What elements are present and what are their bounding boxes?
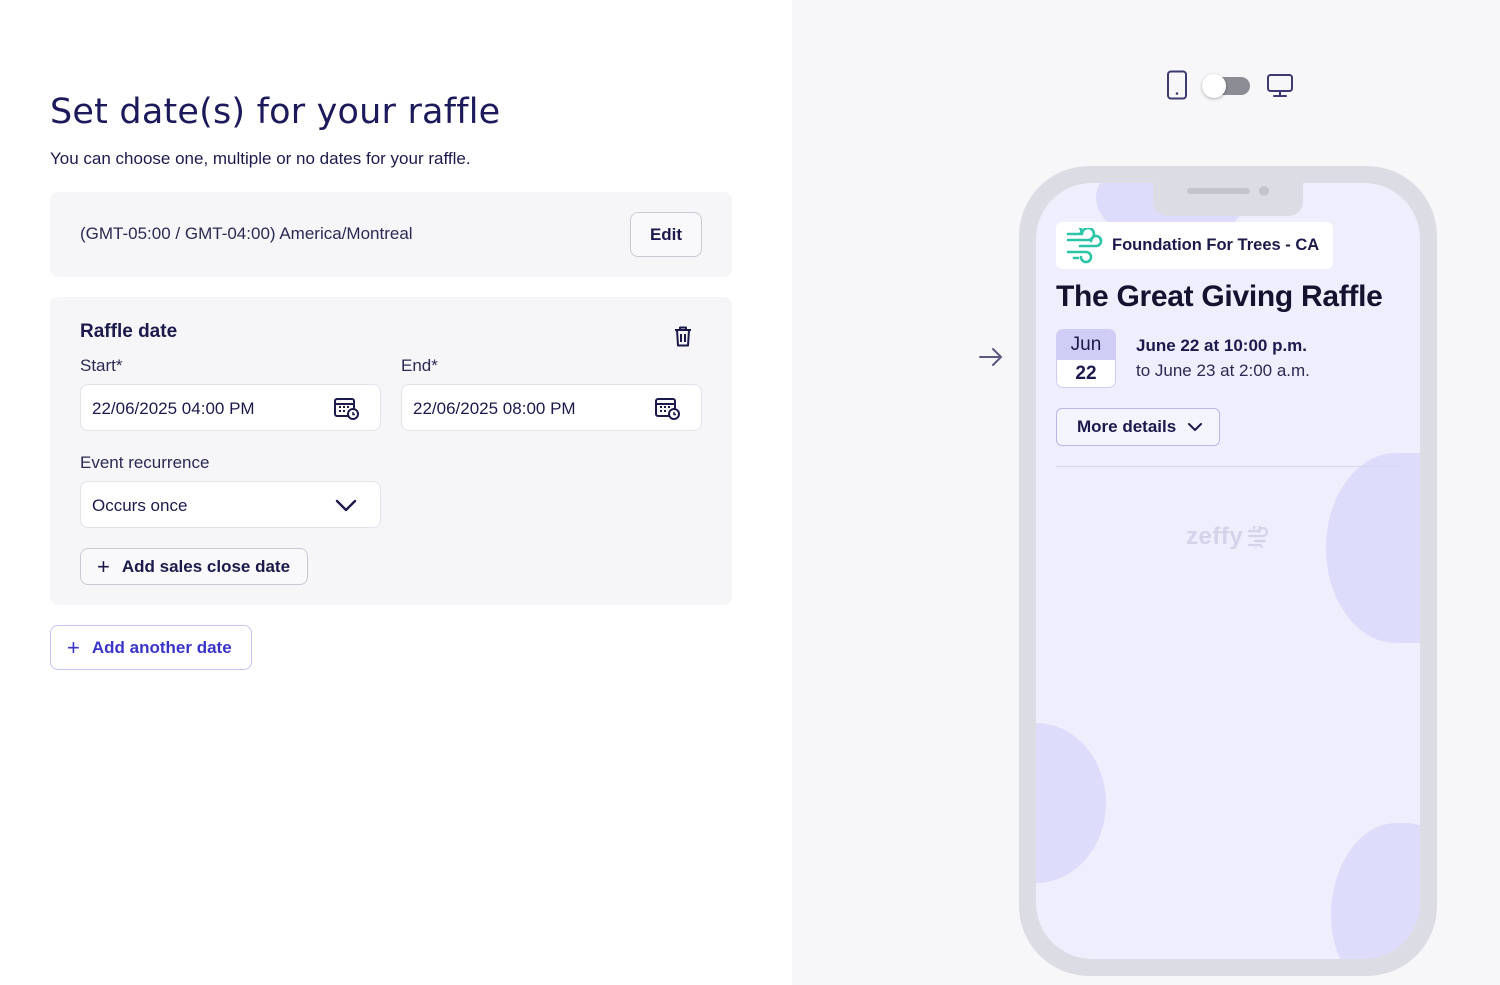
- event-start-text: June 22 at 10:00 p.m.: [1136, 336, 1308, 355]
- chevron-down-icon: [1188, 423, 1203, 431]
- more-details-button[interactable]: More details: [1056, 408, 1220, 446]
- chevron-down-icon: [335, 499, 357, 512]
- brand-watermark: zeffy: [1186, 523, 1269, 551]
- preview-divider: [1056, 466, 1400, 467]
- add-another-date-button[interactable]: + Add another date: [50, 625, 252, 670]
- start-date-value: 22/06/2025 04:00 PM: [92, 399, 255, 418]
- organization-card: Foundation For Trees - CA: [1056, 222, 1333, 269]
- decor-blob: [1326, 453, 1420, 643]
- edit-timezone-button[interactable]: Edit: [630, 212, 702, 257]
- toggle-knob: [1202, 74, 1226, 98]
- desktop-icon[interactable]: [1266, 73, 1294, 99]
- plus-icon: +: [67, 634, 80, 660]
- more-details-label: More details: [1077, 417, 1177, 436]
- calendar-icon[interactable]: [655, 397, 681, 421]
- event-end-text: to June 23 at 2:00 a.m.: [1136, 361, 1310, 380]
- date-badge: Jun 22: [1056, 329, 1116, 388]
- decor-blob: [1036, 723, 1106, 883]
- event-title: The Great Giving Raffle: [1056, 280, 1383, 313]
- device-toggle[interactable]: [1202, 74, 1250, 98]
- end-date-field[interactable]: 22/06/2025 08:00 PM: [401, 384, 702, 431]
- start-label: Start*: [80, 356, 123, 375]
- start-date-field[interactable]: 22/06/2025 04:00 PM: [80, 384, 381, 431]
- timezone-text: (GMT-05:00 / GMT-04:00) America/Montreal: [80, 224, 413, 243]
- page-title: Set date(s) for your raffle: [50, 92, 501, 132]
- brand-logo-icon: [1248, 526, 1269, 548]
- phone-notch: [1153, 183, 1303, 216]
- recurrence-label: Event recurrence: [80, 453, 210, 472]
- organization-logo-icon: [1066, 227, 1103, 263]
- page-subtitle: You can choose one, multiple or no dates…: [50, 149, 471, 168]
- brand-watermark-text: zeffy: [1186, 523, 1244, 550]
- calendar-icon[interactable]: [334, 397, 360, 421]
- raffle-date-title: Raffle date: [80, 321, 178, 342]
- timezone-card: (GMT-05:00 / GMT-04:00) America/Montreal…: [50, 192, 732, 277]
- speaker-bar: [1187, 188, 1250, 194]
- end-date-value: 22/06/2025 08:00 PM: [413, 399, 576, 418]
- add-sales-close-date-label: Add sales close date: [121, 556, 291, 576]
- end-label: End*: [401, 356, 438, 375]
- date-badge-month: Jun: [1057, 330, 1115, 360]
- decor-blob: [1331, 823, 1420, 959]
- recurrence-select[interactable]: Occurs once: [80, 481, 381, 528]
- preview-panel: Foundation For Trees - CA The Great Givi…: [792, 0, 1500, 985]
- raffle-date-card: Raffle date Start* 22/06/2025 04:00 PM E…: [50, 297, 732, 605]
- date-badge-day: 22: [1075, 363, 1097, 384]
- recurrence-value: Occurs once: [92, 496, 188, 515]
- trash-icon[interactable]: [672, 324, 694, 348]
- camera-dot: [1259, 186, 1269, 196]
- phone-screen: Foundation For Trees - CA The Great Givi…: [1036, 183, 1420, 959]
- phone-frame: Foundation For Trees - CA The Great Givi…: [1019, 166, 1437, 976]
- add-another-date-label: Add another date: [91, 637, 232, 657]
- plus-icon: +: [97, 553, 110, 579]
- settings-panel: Set date(s) for your raffle You can choo…: [0, 0, 792, 985]
- mobile-icon[interactable]: [1166, 70, 1188, 100]
- arrow-right-icon: [979, 348, 1002, 366]
- add-sales-close-date-button[interactable]: + Add sales close date: [80, 548, 308, 585]
- organization-name: Foundation For Trees - CA: [1112, 236, 1320, 254]
